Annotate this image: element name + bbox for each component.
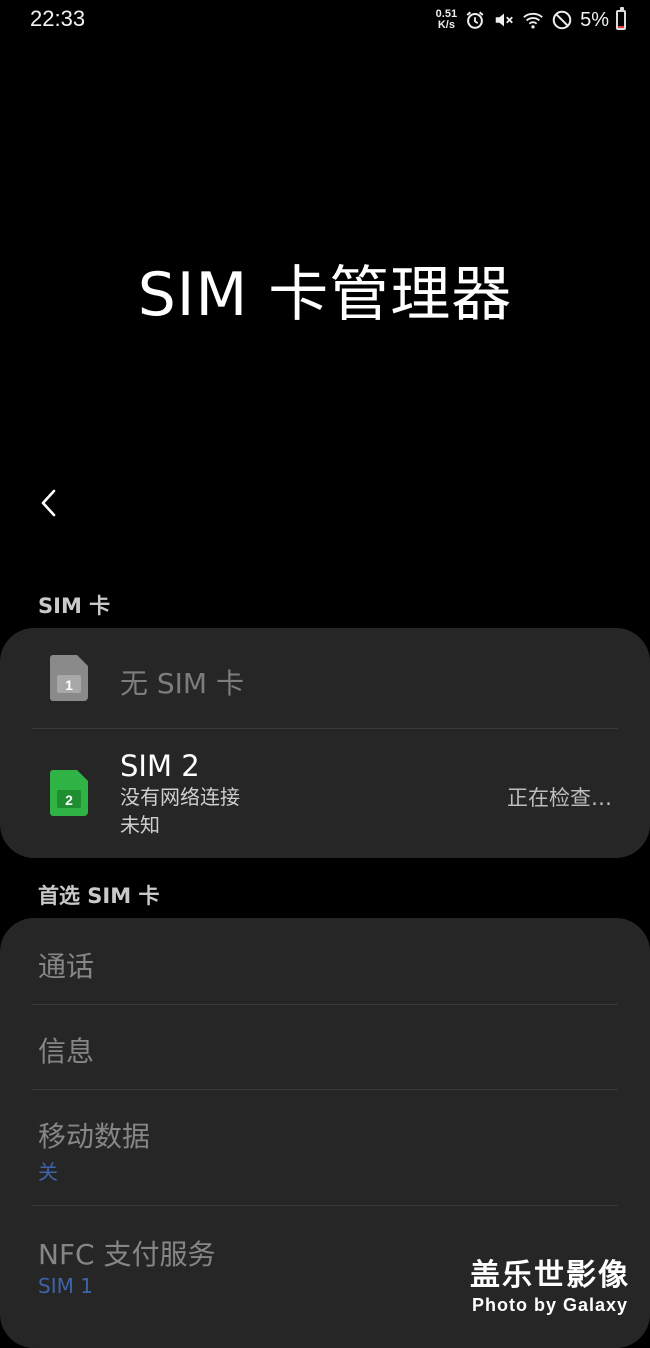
status-icons: 0.51 K/s 5% xyxy=(436,6,626,34)
sim2-carrier: 未知 xyxy=(120,813,160,837)
sim2-status: 正在检查… xyxy=(507,786,612,810)
back-button[interactable] xyxy=(26,480,72,526)
watermark-line1: 盖乐世影像 xyxy=(470,1258,630,1293)
sim-card-icon: 1 xyxy=(50,655,88,701)
dnd-icon xyxy=(552,10,572,30)
sim2-network: 没有网络连接 xyxy=(120,785,240,809)
preferred-section-header: 首选 SIM 卡 xyxy=(38,884,160,908)
chevron-left-icon xyxy=(41,489,56,517)
battery-icon xyxy=(616,7,626,30)
sim2-name: SIM 2 xyxy=(120,749,200,783)
mute-icon xyxy=(495,13,513,27)
pref-item-label: 通话 xyxy=(38,950,95,983)
sim2-slot-number: 2 xyxy=(65,792,73,808)
pref-item-messages[interactable]: 信息 xyxy=(0,1005,650,1089)
pref-item-label: NFC 支付服务 xyxy=(38,1238,216,1271)
status-time: 22:33 xyxy=(30,6,86,31)
sim2-row[interactable]: 2 SIM 2 没有网络连接 未知 正在检查… xyxy=(0,729,650,858)
watermark: 盖乐世影像 Photo by Galaxy xyxy=(470,1258,630,1316)
network-speed: 0.51 K/s xyxy=(436,9,457,31)
watermark-line2: Photo by Galaxy xyxy=(471,1295,629,1315)
pref-item-value: 关 xyxy=(38,1160,58,1184)
network-speed-unit: K/s xyxy=(437,19,455,31)
alarm-icon xyxy=(466,11,484,29)
pref-item-label: 移动数据 xyxy=(38,1120,151,1153)
pref-item-calls[interactable]: 通话 xyxy=(0,918,650,1004)
pref-item-mobile-data[interactable]: 移动数据 关 xyxy=(0,1090,650,1205)
pref-item-label: 信息 xyxy=(38,1035,95,1068)
sim2-info: SIM 2 没有网络连接 未知 xyxy=(120,749,240,839)
sim1-label: 无 SIM 卡 xyxy=(120,667,244,700)
battery-percent: 5% xyxy=(580,8,609,31)
pref-item-value: SIM 1 xyxy=(38,1274,93,1298)
battery-level xyxy=(618,26,624,28)
sim-card-icon: 2 xyxy=(50,770,88,816)
page-title: SIM 卡管理器 xyxy=(137,260,513,330)
sim1-slot-number: 1 xyxy=(65,677,73,693)
wifi-icon xyxy=(523,12,543,29)
status-bar: 22:33 0.51 K/s 5% xyxy=(0,0,650,40)
sim-card-list: 1 无 SIM 卡 2 SIM 2 没有网络连接 未知 正在检查… xyxy=(0,628,650,858)
sim-section-header: SIM 卡 xyxy=(38,594,111,618)
sim1-row[interactable]: 1 无 SIM 卡 xyxy=(0,628,650,728)
